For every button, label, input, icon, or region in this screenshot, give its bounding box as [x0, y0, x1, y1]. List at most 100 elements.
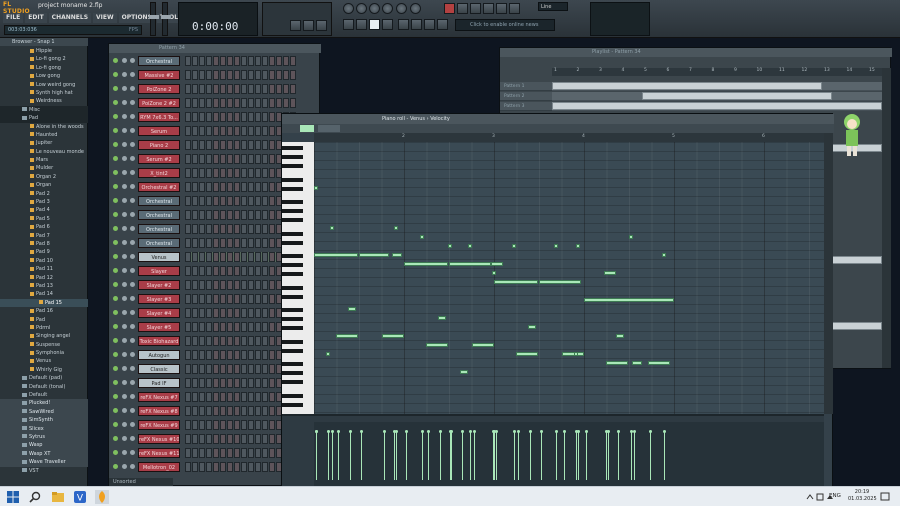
menu-file[interactable]: FILE: [3, 13, 24, 23]
step-button[interactable]: [262, 266, 268, 276]
step-button[interactable]: [206, 378, 212, 388]
black-key[interactable]: [282, 380, 303, 384]
step-button[interactable]: [234, 448, 240, 458]
step-button[interactable]: [255, 462, 261, 472]
play-transport-button[interactable]: [356, 19, 367, 30]
velocity-bar[interactable]: [563, 430, 566, 480]
step-button[interactable]: [213, 224, 219, 234]
step-button[interactable]: [248, 112, 254, 122]
step-button[interactable]: [185, 70, 191, 80]
piano-roll-target[interactable]: Velocity: [430, 116, 450, 122]
step-button[interactable]: [262, 336, 268, 346]
browser-item[interactable]: Weirdness: [0, 97, 88, 105]
step-button[interactable]: [255, 140, 261, 150]
clock[interactable]: 20:19 01.03.2025: [848, 489, 877, 503]
notification-icon[interactable]: [880, 492, 890, 502]
step-button[interactable]: [248, 392, 254, 402]
step-button[interactable]: [185, 224, 191, 234]
step-button[interactable]: [206, 182, 212, 192]
browser-item[interactable]: Le nouveau monde: [0, 148, 88, 156]
step-button[interactable]: [199, 406, 205, 416]
step-button[interactable]: [185, 126, 191, 136]
step-button[interactable]: [199, 70, 205, 80]
step-button[interactable]: [213, 392, 219, 402]
step-button[interactable]: [241, 238, 247, 248]
velocity-bar[interactable]: [421, 430, 424, 480]
step-button[interactable]: [276, 70, 282, 80]
channel-knob[interactable]: [122, 198, 127, 203]
step-button[interactable]: [199, 84, 205, 94]
mute-led[interactable]: [113, 380, 118, 385]
mute-led[interactable]: [113, 338, 118, 343]
browser-item[interactable]: Singing angel: [0, 332, 88, 340]
mute-led[interactable]: [113, 408, 118, 413]
step-button[interactable]: [227, 280, 233, 290]
step-button[interactable]: [269, 196, 275, 206]
step-button[interactable]: [227, 336, 233, 346]
midi-note[interactable]: [314, 253, 358, 257]
black-key[interactable]: [282, 146, 303, 150]
step-button[interactable]: [185, 98, 191, 108]
mute-led[interactable]: [113, 436, 118, 441]
channel-knob[interactable]: [122, 310, 127, 315]
channel-name-button[interactable]: X_tint2: [138, 168, 180, 178]
browser-item[interactable]: Suspense: [0, 341, 88, 349]
black-key[interactable]: [282, 317, 303, 321]
channel-name-button[interactable]: PoiZone 2: [138, 84, 180, 94]
draw-tool-icon[interactable]: [300, 125, 314, 132]
step-button[interactable]: [192, 196, 198, 206]
midi-note[interactable]: [539, 280, 581, 284]
channel-knob[interactable]: [130, 338, 135, 343]
browser-item[interactable]: Pad 4: [0, 206, 88, 214]
step-button[interactable]: [213, 126, 219, 136]
channel-knob[interactable]: [122, 156, 127, 161]
black-key[interactable]: [282, 263, 303, 267]
step-button[interactable]: [206, 392, 212, 402]
channel-name-button[interactable]: Mellotron_02: [138, 462, 180, 472]
step-button[interactable]: [255, 266, 261, 276]
browser-item[interactable]: Alone in the woods: [0, 123, 88, 131]
velocity-bar[interactable]: [585, 430, 588, 480]
playlist-track-label[interactable]: Pattern 2: [500, 92, 552, 101]
step-button[interactable]: [276, 98, 282, 108]
step-button[interactable]: [192, 84, 198, 94]
step-button[interactable]: [262, 364, 268, 374]
step-button[interactable]: [227, 252, 233, 262]
browser-item[interactable]: Default: [0, 391, 88, 399]
browser-item[interactable]: Symphonia: [0, 349, 88, 357]
channel-name-button[interactable]: reFX Nexus #11: [138, 448, 180, 458]
step-button[interactable]: [206, 252, 212, 262]
step-button[interactable]: [213, 238, 219, 248]
step-button[interactable]: [241, 210, 247, 220]
step-button[interactable]: [185, 182, 191, 192]
channel-knob[interactable]: [122, 254, 127, 259]
browser-item[interactable]: Whirly Gig: [0, 366, 88, 374]
step-button[interactable]: [192, 224, 198, 234]
step-button[interactable]: [241, 112, 247, 122]
velocity-bar[interactable]: [555, 430, 558, 480]
record-transport-button[interactable]: [382, 19, 393, 30]
channel-name-button[interactable]: Slayer #5: [138, 322, 180, 332]
channel-name-button[interactable]: Classic: [138, 364, 180, 374]
windows-start-icon[interactable]: [6, 490, 20, 504]
mute-led[interactable]: [113, 184, 118, 189]
language-indicator[interactable]: ENG: [829, 493, 841, 499]
mute-led[interactable]: [113, 226, 118, 231]
midi-note[interactable]: [584, 298, 674, 302]
step-button[interactable]: [220, 154, 226, 164]
playlist-scrollbar[interactable]: [882, 68, 891, 368]
step-button[interactable]: [213, 350, 219, 360]
step-button[interactable]: [213, 182, 219, 192]
step-button[interactable]: [199, 196, 205, 206]
step-button[interactable]: [199, 238, 205, 248]
step-button[interactable]: [241, 168, 247, 178]
midi-note[interactable]: [472, 343, 494, 347]
channel-knob[interactable]: [130, 394, 135, 399]
mute-led[interactable]: [113, 58, 118, 63]
step-button[interactable]: [185, 378, 191, 388]
channel-name-button[interactable]: reFX Nexus #8: [138, 406, 180, 416]
midi-note[interactable]: [494, 280, 538, 284]
step-button[interactable]: [227, 98, 233, 108]
step-button[interactable]: [185, 112, 191, 122]
mute-led[interactable]: [113, 352, 118, 357]
